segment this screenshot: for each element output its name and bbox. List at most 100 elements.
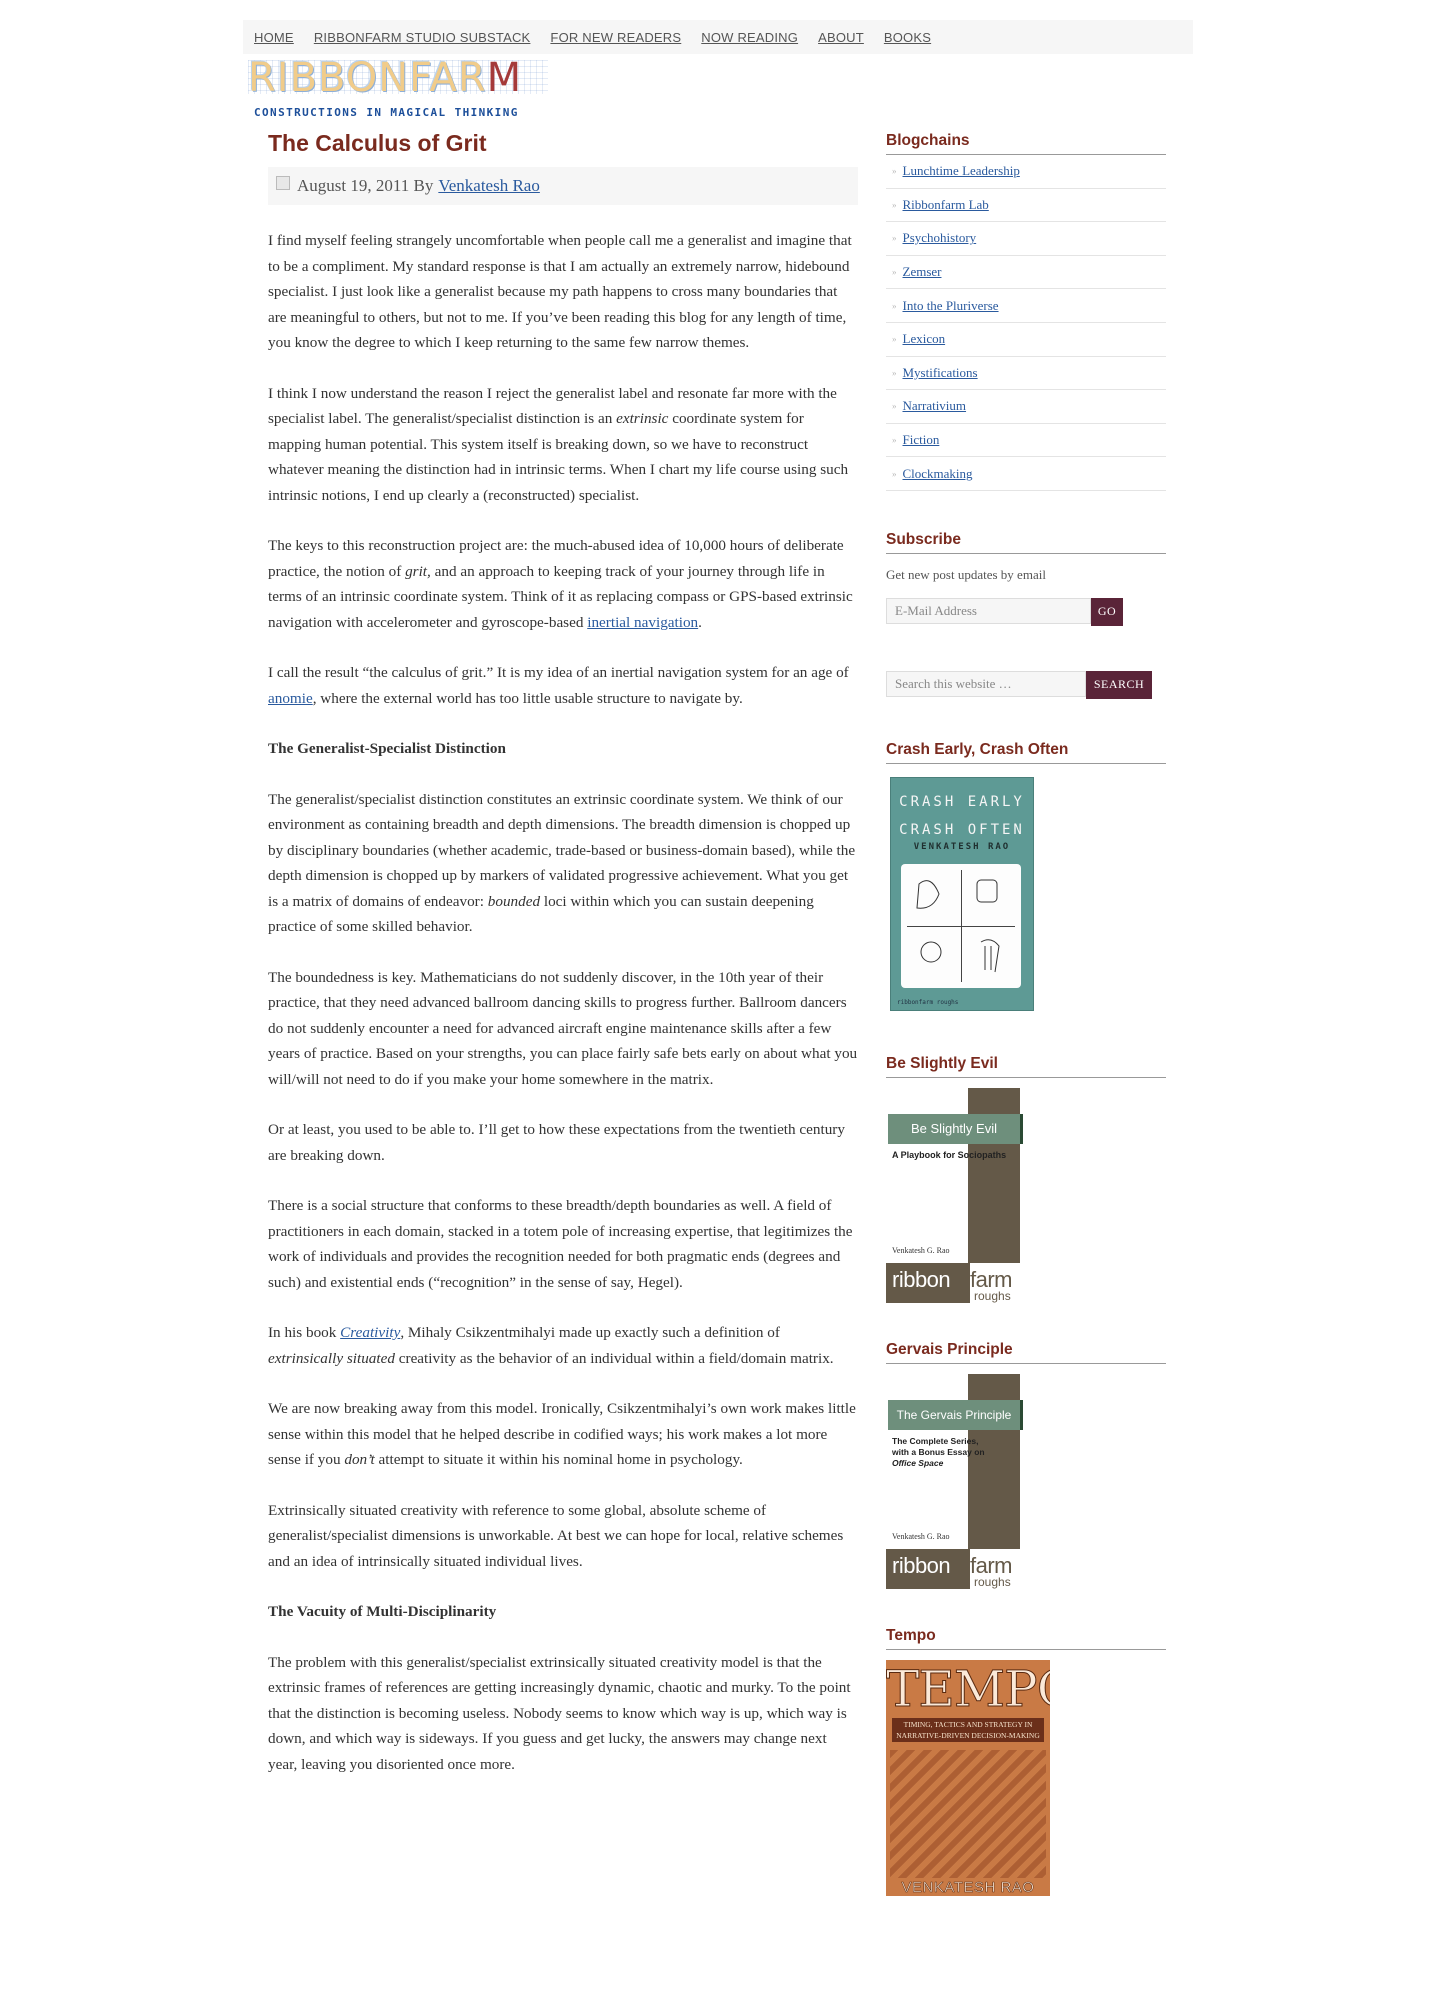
subscribe-form: E-Mail Address GO — [886, 597, 1166, 626]
cover-title: Be Slightly Evil — [888, 1113, 1023, 1144]
nav-books[interactable]: BOOKS — [884, 30, 931, 45]
search-button[interactable]: SEARCH — [1086, 670, 1152, 699]
cover-author: VENKATESH RAO — [901, 1878, 1035, 1896]
paragraph: I find myself feeling strangely uncomfor… — [268, 232, 852, 351]
list-item: » Narrativium — [886, 390, 1166, 424]
nav-now-reading[interactable]: NOW READING — [701, 30, 798, 45]
bullet-icon: » — [892, 367, 897, 378]
section-heading: The Generalist-Specialist Distinction — [268, 740, 506, 757]
bullet-icon: » — [892, 166, 897, 177]
bullet-icon: » — [892, 468, 897, 479]
blogchain-link[interactable]: Mystifications — [903, 365, 978, 381]
gervais-principle-widget: The Gervais Principle The Complete Serie… — [886, 1364, 1166, 1596]
logo-tagline: CONSTRUCTIONS IN MAGICAL THINKING — [254, 106, 519, 119]
crash-early-title: Crash Early, Crash Often — [886, 741, 1166, 764]
blogchain-link[interactable]: Ribbonfarm Lab — [903, 197, 989, 213]
ribbonfarm-roughs-logo: ribbon farm roughs — [886, 1548, 1020, 1589]
bullet-icon: » — [892, 233, 897, 244]
ribbonfarm-roughs-logo: ribbon farm roughs — [886, 1262, 1020, 1303]
list-item: » Lexicon — [886, 323, 1166, 357]
paragraph: The problem with this generalist/special… — [268, 1653, 851, 1773]
blogchain-link[interactable]: Clockmaking — [903, 466, 973, 482]
bullet-icon: » — [892, 334, 897, 345]
blogchains-list: » Lunchtime Leadership » Ribbonfarm Lab » P… — [886, 155, 1166, 491]
nav-about[interactable]: ABOUT — [818, 30, 864, 45]
list-item: » Lunchtime Leadership — [886, 155, 1166, 189]
list-item: » Ribbonfarm Lab — [886, 189, 1166, 223]
top-navigation: HOME RIBBONFARM STUDIO SUBSTACK FOR NEW … — [243, 20, 1193, 54]
section-heading: The Vacuity of Multi-Disciplinarity — [268, 1603, 497, 1620]
cover-illustration — [890, 1749, 1046, 1878]
list-item: » Psychohistory — [886, 222, 1166, 256]
paragraph: I call the result “the calculus of grit.… — [268, 664, 849, 707]
paragraph: I think I now understand the reason I re… — [268, 384, 849, 504]
site-logo[interactable]: RIBBONFARM CONSTRUCTIONS IN MAGICAL THIN… — [248, 54, 568, 119]
gervais-principle-cover[interactable]: The Gervais Principle The Complete Serie… — [886, 1373, 1023, 1589]
post-title: The Calculus of Grit — [268, 130, 487, 156]
cover-footer: ribbonfarm roughs — [897, 998, 959, 1006]
paragraph: The keys to this reconstruction project … — [268, 537, 853, 631]
paragraph: Extrinsically situated creativity with r… — [268, 1501, 844, 1570]
blogchain-link[interactable]: Psychohistory — [903, 230, 977, 246]
tempo-widget: TEMPO TIMING, TACTICS AND STRATEGY INNAR… — [886, 1650, 1166, 1900]
anomie-link[interactable]: anomie — [268, 690, 313, 707]
post-date: August 19, 2011 — [297, 176, 410, 195]
bullet-icon: » — [892, 435, 897, 446]
cover-author: Venkatesh G. Rao — [892, 1245, 950, 1255]
blogchains-title: Blogchains — [886, 132, 1166, 155]
paragraph: The boundedness is key. Mathematicians d… — [268, 968, 858, 1088]
search-input[interactable]: Search this website … — [886, 670, 1086, 697]
tempo-cover[interactable]: TEMPO TIMING, TACTICS AND STRATEGY INNAR… — [886, 1659, 1050, 1896]
page-wrapper: HOME RIBBONFARM STUDIO SUBSTACK FOR NEW … — [243, 20, 1193, 1896]
sidebar: Blogchains » Lunchtime Leadership » Ribbon… — [886, 132, 1166, 1900]
nav-substack[interactable]: RIBBONFARM STUDIO SUBSTACK — [314, 30, 531, 45]
bullet-icon: » — [892, 267, 897, 278]
blogchain-link[interactable]: Zemser — [903, 264, 942, 280]
cover-subtitle: TIMING, TACTICS AND STRATEGY IN NARRATIVE… — [892, 1717, 1044, 1742]
subscribe-description: Get new post updates by email — [886, 566, 1046, 582]
tempo-title: Tempo — [886, 1627, 1166, 1650]
blogchain-link[interactable]: Fiction — [903, 432, 940, 448]
paragraph: In his book Creativity, Mihaly Csikzentm… — [268, 1324, 834, 1367]
blogchain-link[interactable]: Lexicon — [903, 331, 946, 347]
nav-home[interactable]: HOME — [254, 30, 294, 45]
list-item: » Clockmaking — [886, 457, 1166, 491]
creativity-link[interactable]: Creativity — [340, 1324, 400, 1341]
list-item: » Into the Pluriverse — [886, 289, 1166, 323]
paragraph: Or at least, you used to be able to. I’l… — [268, 1121, 845, 1164]
crash-early-widget: CRASH EARLY CRASH OFTEN VENKATESH RAO rib… — [886, 764, 1166, 1024]
crash-early-cover[interactable]: CRASH EARLY CRASH OFTEN VENKATESH RAO rib… — [890, 776, 1034, 1011]
cover-title: TEMPO — [886, 1659, 1050, 1719]
subscribe-title: Subscribe — [886, 531, 1166, 554]
paragraph: The generalist/specialist distinction co… — [268, 790, 856, 936]
cover-author: VENKATESH RAO — [913, 841, 1011, 852]
list-item: » Mystifications — [886, 357, 1166, 391]
cover-illustration — [901, 863, 1021, 988]
list-item: » Zemser — [886, 256, 1166, 290]
paragraph: We are now breaking away from this model… — [268, 1400, 856, 1468]
bullet-icon: » — [892, 199, 897, 210]
go-button[interactable]: GO — [1091, 597, 1123, 626]
blogchain-link[interactable]: Narrativium — [903, 398, 967, 414]
blogchain-link[interactable]: Into the Pluriverse — [903, 298, 999, 314]
bullet-icon: » — [892, 300, 897, 311]
cover-title: The Gervais Principle — [888, 1399, 1023, 1430]
author-link[interactable]: Venkatesh Rao — [438, 176, 540, 196]
gervais-principle-title: Gervais Principle — [886, 1341, 1166, 1364]
bullet-icon: » — [892, 401, 897, 412]
cover-author: Venkatesh G. Rao — [892, 1531, 950, 1541]
inertial-navigation-link[interactable]: inertial navigation — [587, 614, 698, 631]
cover-title: CRASH EARLY CRASH OFTEN — [899, 793, 1025, 838]
blogchain-link[interactable]: Lunchtime Leadership — [903, 163, 1020, 179]
calendar-icon — [276, 176, 290, 190]
search-form: Search this website … SEARCH — [886, 670, 1166, 699]
email-input[interactable]: E-Mail Address — [886, 597, 1091, 624]
be-slightly-evil-widget: Be Slightly Evil A Playbook for Sociopat… — [886, 1078, 1166, 1310]
byline-by: By — [413, 176, 434, 195]
be-slightly-evil-cover[interactable]: Be Slightly Evil A Playbook for Sociopat… — [886, 1087, 1023, 1303]
nav-new-readers[interactable]: FOR NEW READERS — [550, 30, 681, 45]
post-byline: August 19, 2011 By Venkatesh Rao — [268, 167, 858, 205]
logo-wordmark: RIBBONFARM — [248, 55, 523, 101]
list-item: » Fiction — [886, 424, 1166, 458]
cover-subtitle: A Playbook for Sociopaths — [892, 1149, 1007, 1160]
